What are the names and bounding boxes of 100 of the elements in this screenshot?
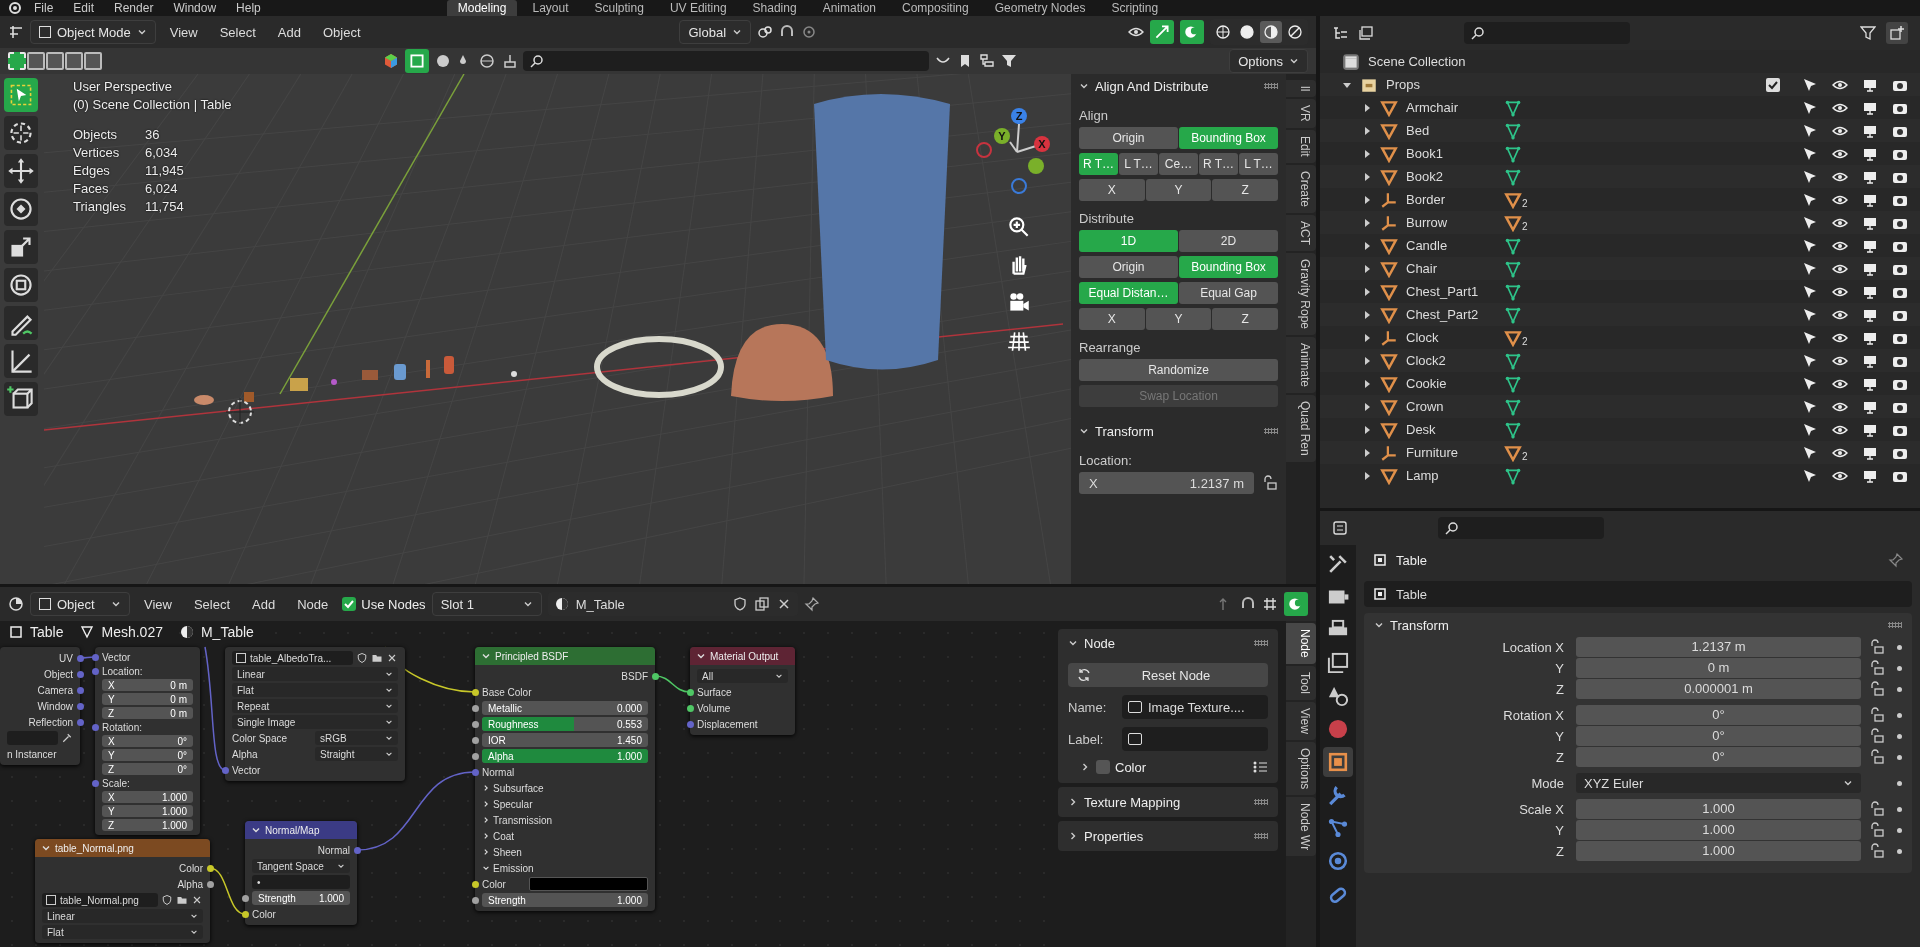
unlock-icon[interactable] <box>1869 681 1885 697</box>
drag-handle-icon[interactable] <box>1254 833 1268 839</box>
app-logo-icon[interactable] <box>6 0 22 16</box>
dropdown-field[interactable]: Linear <box>232 667 398 681</box>
drag-handle-icon[interactable] <box>1264 83 1278 89</box>
mesh-object-icon[interactable] <box>1504 190 1522 209</box>
selection-mode-icon[interactable] <box>46 52 64 70</box>
output-socket[interactable] <box>206 880 214 888</box>
workspace-tab[interactable]: Layout <box>521 0 580 16</box>
expand-caret-icon[interactable] <box>482 848 490 856</box>
expand-caret-icon[interactable] <box>1374 620 1384 630</box>
sidebar-button[interactable]: R T… <box>1199 153 1238 175</box>
x-axis-handle[interactable]: X <box>1034 136 1050 152</box>
select-arrow-icon[interactable] <box>1802 76 1818 93</box>
search-field[interactable] <box>1464 22 1630 44</box>
close-icon[interactable] <box>191 894 203 906</box>
dropdown-field[interactable]: Flat <box>232 683 398 697</box>
globe-icon[interactable] <box>479 53 496 69</box>
expand-caret-icon[interactable] <box>482 784 490 792</box>
node-title[interactable]: Principled BSDF <box>475 647 655 665</box>
select-arrow-icon[interactable] <box>1802 145 1818 162</box>
sidebar-tab[interactable]: Options <box>1286 741 1316 795</box>
gizmo-toggle-icon[interactable] <box>1150 20 1174 44</box>
expand-caret-icon[interactable] <box>1068 831 1078 841</box>
mesh-data-icon[interactable] <box>1504 144 1522 163</box>
outliner-item[interactable]: Burrow <box>1406 215 1496 230</box>
outliner-item[interactable]: Furniture <box>1406 445 1496 460</box>
grid-snap-icon[interactable] <box>1262 596 1278 612</box>
ruler-icon[interactable] <box>4 344 38 378</box>
input-socket[interactable] <box>91 653 99 661</box>
input-socket[interactable] <box>221 766 229 774</box>
mesh-data-icon[interactable] <box>1504 397 1522 416</box>
sidebar-tab[interactable]: ll <box>1286 80 1316 98</box>
select-arrow-icon[interactable] <box>1802 421 1818 438</box>
sidebar-button[interactable]: Y <box>1145 179 1212 201</box>
outliner-item[interactable]: Border <box>1406 192 1496 207</box>
color-cube-icon[interactable] <box>383 53 400 69</box>
eyedropper-icon[interactable] <box>61 732 73 744</box>
menu-item[interactable]: Select <box>211 24 264 40</box>
outliner-item[interactable]: Props <box>1386 77 1420 92</box>
mesh-data-icon[interactable] <box>1504 98 1522 117</box>
menu-item[interactable]: File <box>26 1 62 15</box>
unlock-icon[interactable] <box>1869 749 1885 765</box>
material-shading-icon[interactable] <box>1260 21 1282 43</box>
input-socket[interactable] <box>686 704 694 712</box>
outliner-item[interactable]: Chest_Part1 <box>1406 284 1496 299</box>
mesh-data-icon[interactable] <box>1504 167 1522 186</box>
input-socket[interactable] <box>471 896 479 904</box>
input-socket[interactable] <box>471 768 479 776</box>
drag-handle-icon[interactable] <box>1254 799 1268 805</box>
sidebar-button[interactable]: 2D <box>1179 230 1278 252</box>
keyframe-dot-icon[interactable] <box>1897 780 1902 786</box>
expand-caret-icon[interactable] <box>1362 148 1372 159</box>
keyframe-dot-icon[interactable] <box>1897 848 1902 854</box>
orientation-dropdown[interactable]: Global <box>679 20 752 44</box>
menu-item[interactable]: Add <box>244 596 284 612</box>
negative-z-handle-icon[interactable] <box>1011 178 1027 194</box>
input-socket[interactable] <box>471 880 479 888</box>
expand-caret-icon[interactable] <box>1362 125 1372 136</box>
keyframe-dot-icon[interactable] <box>1897 806 1902 812</box>
expand-caret-icon[interactable] <box>1079 426 1089 436</box>
sidebar-tab[interactable]: VR <box>1286 99 1316 128</box>
menu-item[interactable]: Object <box>314 24 369 40</box>
value-field[interactable]: Y 0 m <box>102 693 193 705</box>
number-field[interactable]: 1.000 <box>1576 820 1861 840</box>
editor-type-icon[interactable] <box>1332 520 1348 536</box>
input-socket[interactable] <box>471 752 479 760</box>
keyframe-dot-icon[interactable] <box>1897 644 1902 650</box>
outliner-item[interactable]: Candle <box>1406 238 1496 253</box>
panel-title[interactable]: Align And Distribute <box>1095 78 1209 94</box>
select-arrow-icon[interactable] <box>1802 168 1818 185</box>
dropdown-field[interactable]: All <box>697 669 788 683</box>
panel-label[interactable]: Coat <box>493 830 515 842</box>
panel-title[interactable]: Properties <box>1084 828 1144 844</box>
input-socket[interactable] <box>471 688 479 696</box>
object-square-icon[interactable] <box>1323 747 1353 777</box>
panel-label[interactable]: Subsurface <box>493 782 544 794</box>
dropdown-field[interactable]: sRGB <box>315 731 398 745</box>
exclude-checkbox[interactable] <box>1766 77 1780 92</box>
shield-icon[interactable] <box>161 894 173 906</box>
display-mode-icon[interactable] <box>1332 25 1348 41</box>
mesh-data-icon[interactable] <box>1504 305 1522 324</box>
expand-caret-icon[interactable] <box>1362 194 1372 205</box>
workspace-tab[interactable]: Geometry Nodes <box>983 0 1097 16</box>
outliner-item[interactable]: Armchair <box>1406 100 1496 115</box>
input-socket[interactable] <box>686 720 694 728</box>
mesh-data-icon[interactable] <box>1504 236 1522 255</box>
outliner-item[interactable]: Desk <box>1406 422 1496 437</box>
expand-caret-icon[interactable] <box>1079 81 1089 91</box>
sidebar-tab[interactable]: Edit <box>1286 130 1316 163</box>
select-arrow-icon[interactable] <box>1802 237 1818 254</box>
output-socket[interactable] <box>206 864 214 872</box>
use-nodes-checkbox[interactable] <box>342 597 357 611</box>
search-field[interactable] <box>1438 517 1604 539</box>
input-socket[interactable] <box>91 723 99 731</box>
outliner-item[interactable]: Book2 <box>1406 169 1496 184</box>
sidebar-tab[interactable]: Gravity Rope <box>1286 252 1316 335</box>
select-arrow-icon[interactable] <box>1802 398 1818 415</box>
sidebar-button[interactable]: Z <box>1212 308 1278 330</box>
unlock-icon[interactable] <box>1869 801 1885 817</box>
